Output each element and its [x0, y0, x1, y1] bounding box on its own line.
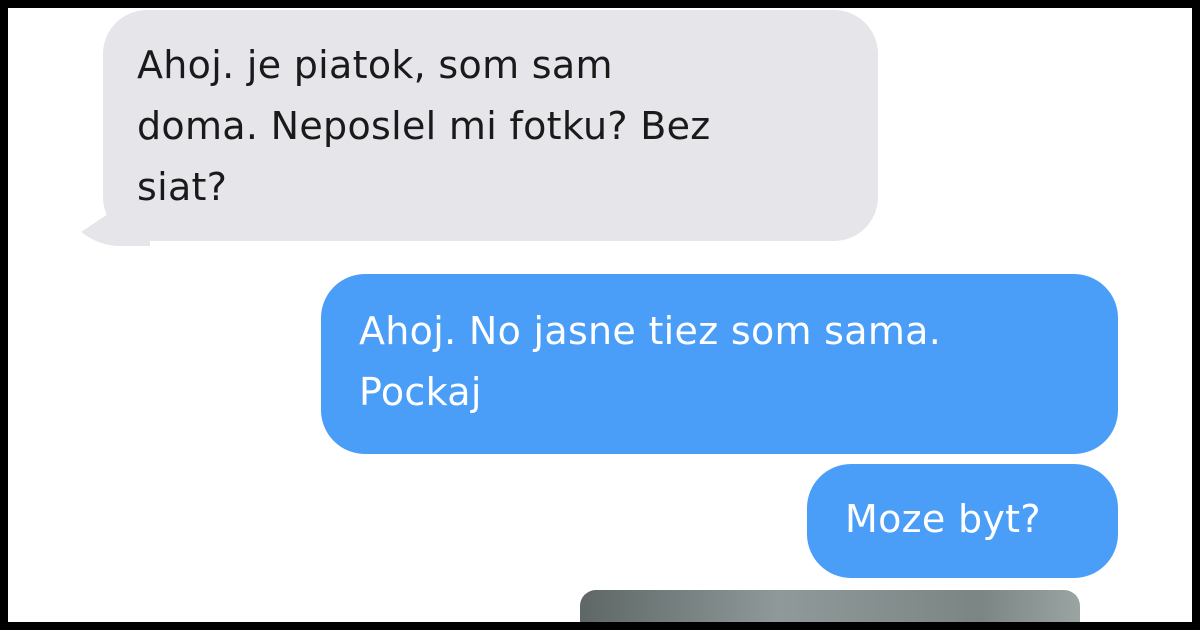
photo-attachment-preview[interactable] — [580, 590, 1080, 622]
message-line: siat? — [137, 165, 228, 209]
message-line: Ahoj. No jasne tiez som sama. — [359, 309, 942, 353]
outgoing-message-bubble: Moze byt? — [807, 464, 1118, 578]
incoming-message-bubble: Ahoj. je piatok, som sam doma. Neposlel … — [103, 10, 878, 241]
message-line: Ahoj. je piatok, som sam — [137, 43, 613, 87]
message-line: Moze byt? — [845, 497, 1041, 541]
screenshot-frame: Ahoj. je piatok, som sam doma. Neposlel … — [0, 0, 1200, 630]
message-line: Pockaj — [359, 370, 482, 414]
outgoing-message-bubble: Ahoj. No jasne tiez som sama. Pockaj — [321, 274, 1118, 454]
chat-thread: Ahoj. je piatok, som sam doma. Neposlel … — [8, 8, 1192, 622]
message-line: doma. Neposlel mi fotku? Bez — [137, 104, 711, 148]
